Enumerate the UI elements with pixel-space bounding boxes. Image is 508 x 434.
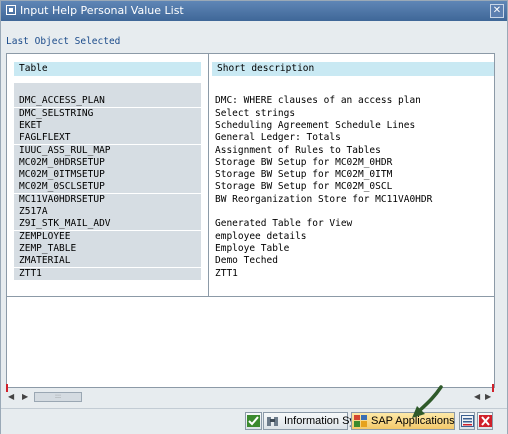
table-name-cell[interactable]: ZMATERIAL (14, 255, 201, 268)
scroll-right-icon[interactable]: ▶ (22, 392, 28, 402)
description-cell[interactable]: Assignment of Rules to Tables (215, 145, 381, 157)
scroll-left-icon[interactable]: ◀ (8, 392, 14, 402)
pointer-arrow-icon (412, 385, 443, 418)
save-icon (461, 415, 474, 427)
table-row[interactable]: ZMATERIAL Demo Teched (7, 255, 494, 268)
results-table: Table Short description DMC_ACCESS_PLAN D… (6, 53, 495, 388)
description-cell[interactable]: DMC: WHERE clauses of an access plan (215, 95, 421, 107)
table-name-cell[interactable]: MC11VA0HDRSETUP (14, 193, 201, 206)
description-cell[interactable]: Employe Table (215, 243, 289, 255)
description-cell[interactable]: BW Reorganization Store for MC11VA0HDR (215, 194, 432, 206)
table-bottom-line (7, 296, 494, 297)
window-icon (6, 5, 16, 15)
binoculars-icon (267, 417, 278, 426)
description-cell[interactable]: General Ledger: Totals (215, 132, 341, 144)
table-row[interactable]: ZEMPLOYEE employee details (7, 230, 494, 243)
table-row[interactable]: Z517A (7, 206, 494, 218)
description-cell[interactable]: Generated Table for View (215, 218, 352, 230)
table-name-cell[interactable]: DMC_ACCESS_PLAN (14, 95, 201, 108)
table-name-cell[interactable]: MC02M_0ITMSETUP (14, 169, 201, 182)
table-row[interactable]: DMC_SELSTRING Select strings (7, 107, 494, 120)
cancel-icon (479, 415, 492, 427)
description-cell[interactable]: Scheduling Agreement Schedule Lines (215, 120, 415, 132)
check-button[interactable] (245, 412, 262, 430)
table-row[interactable]: EKET Scheduling Agreement Schedule Lines (7, 119, 494, 132)
table-name-cell[interactable]: IUUC_ASS_RUL_MAP (14, 144, 201, 157)
description-cell[interactable]: employee details (215, 231, 307, 243)
table-row[interactable]: DMC_ACCESS_PLAN DMC: WHERE clauses of an … (7, 95, 494, 108)
table-row[interactable] (7, 83, 494, 95)
description-cell[interactable]: Storage BW Setup for MC02M_0SCL (215, 181, 392, 193)
table-name-cell[interactable]: DMC_SELSTRING (14, 107, 201, 120)
scroll-left-icon[interactable]: ◀ (474, 392, 480, 402)
save-button[interactable] (459, 412, 475, 430)
table-row[interactable]: MC11VA0HDRSETUP BW Reorganization Store f… (7, 193, 494, 206)
table-row[interactable]: Z9I_STK_MAIL_ADV Generated Table for View (7, 218, 494, 231)
table-name-cell[interactable]: Z9I_STK_MAIL_ADV (14, 218, 201, 231)
table-row[interactable]: ZTT1 ZTT1 (7, 267, 494, 280)
description-cell[interactable]: Select strings (215, 108, 295, 120)
description-cell[interactable]: Storage BW Setup for MC02M_0ITM (215, 169, 392, 181)
table-row[interactable]: MC02M_0SCLSETUP Storage BW Setup for MC02… (7, 181, 494, 194)
scroll-thumb[interactable]: ::: (34, 392, 82, 402)
table-name-cell[interactable]: MC02M_0HDRSETUP (14, 156, 201, 169)
column-header-description[interactable]: Short description (212, 62, 494, 76)
description-cell[interactable]: ZTT1 (215, 268, 238, 280)
column-header-table[interactable]: Table (14, 62, 201, 76)
description-cell[interactable]: Storage BW Setup for MC02M_0HDR (215, 157, 392, 169)
cancel-button[interactable] (477, 412, 493, 430)
title-bar: Input Help Personal Value List ✕ (1, 1, 507, 21)
table-name-cell[interactable]: EKET (14, 119, 201, 132)
value-list-dialog: Input Help Personal Value List ✕ Last Ob… (0, 0, 508, 434)
information-system-button[interactable]: Information System (263, 412, 379, 430)
table-name-cell[interactable]: ZTT1 (14, 267, 201, 280)
close-icon[interactable]: ✕ (490, 4, 504, 18)
table-name-cell[interactable]: ZEMPLOYEE (14, 230, 201, 243)
description-cell[interactable]: Demo Teched (215, 255, 278, 267)
table-name-cell[interactable]: FAGLFLEXT (14, 132, 201, 145)
check-icon (247, 415, 260, 427)
table-row[interactable]: MC02M_0ITMSETUP Storage BW Setup for MC02… (7, 169, 494, 182)
table-row[interactable]: FAGLFLEXT General Ledger: Totals (7, 132, 494, 145)
table-name-cell[interactable] (14, 83, 201, 95)
table-name-cell[interactable]: MC02M_0SCLSETUP (14, 181, 201, 194)
table-row[interactable]: ZEMP_TABLE Employe Table (7, 242, 494, 255)
window-title: Input Help Personal Value List (20, 4, 184, 17)
last-object-label: Last Object Selected (6, 36, 121, 47)
table-row[interactable]: MC02M_0HDRSETUP Storage BW Setup for MC02… (7, 156, 494, 169)
table-name-cell[interactable]: ZEMP_TABLE (14, 242, 201, 255)
table-row[interactable]: IUUC_ASS_RUL_MAP Assignment of Rules to T… (7, 144, 494, 157)
sap-app-icon (354, 415, 367, 427)
table-name-cell[interactable]: Z517A (14, 206, 201, 218)
scroll-right-icon[interactable]: ▶ (485, 392, 491, 402)
